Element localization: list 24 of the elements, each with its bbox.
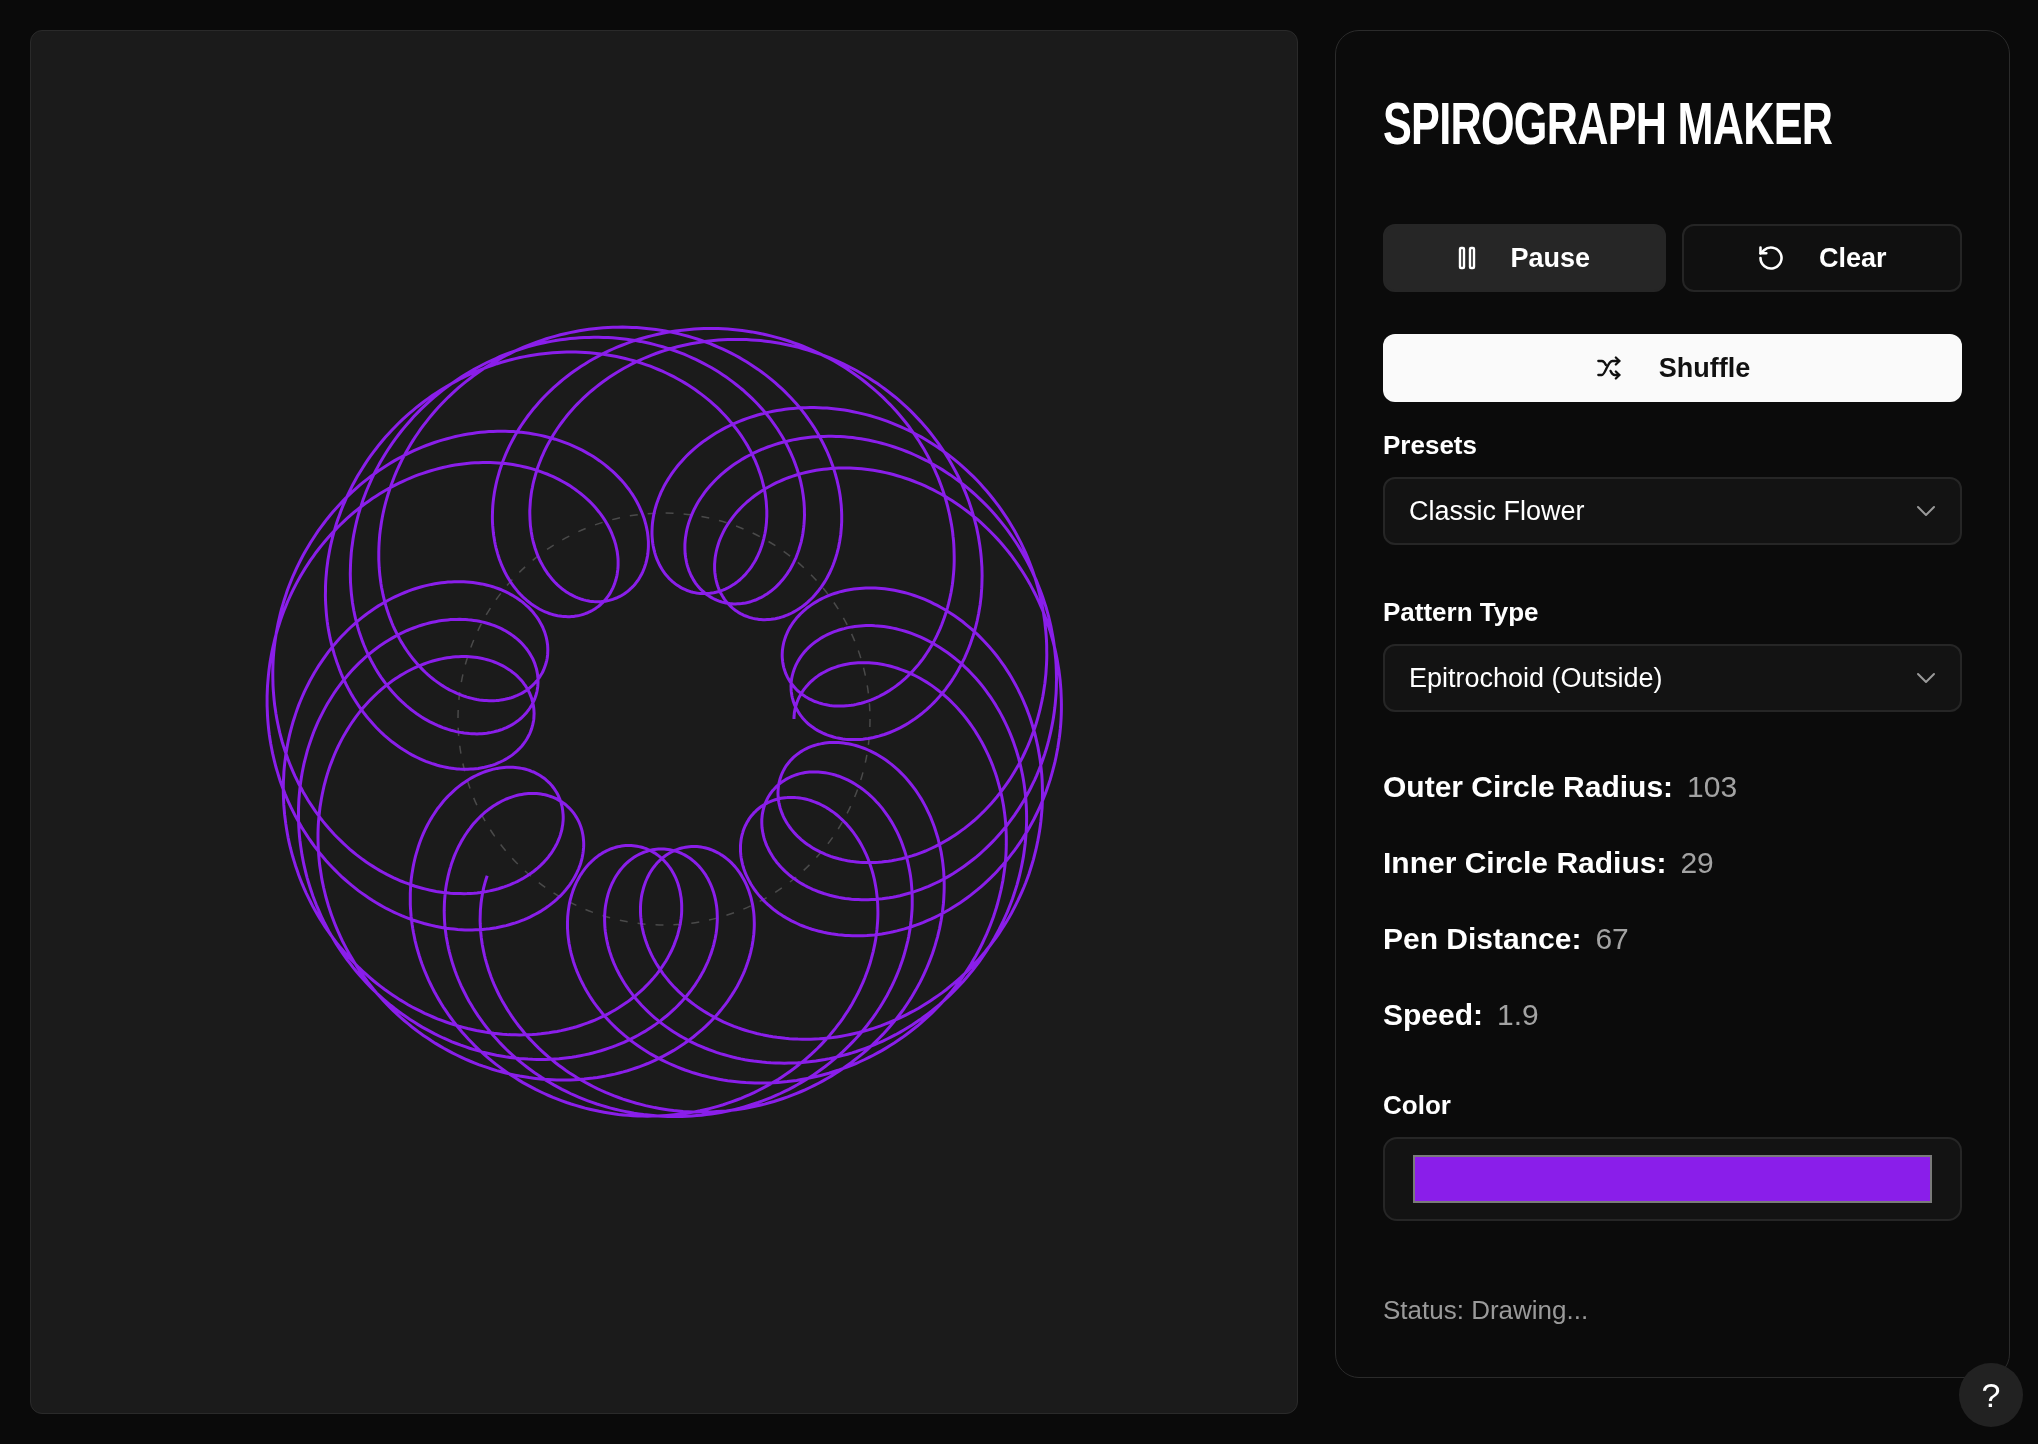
reset-icon	[1757, 244, 1785, 272]
parameter-value: 1.9	[1497, 1000, 1539, 1030]
field-label: Pattern Type	[1383, 596, 1540, 629]
shuffle-button[interactable]: Shuffle	[1383, 334, 1962, 402]
field-label: Color	[1383, 1089, 1452, 1122]
chevron-down-icon	[1916, 672, 1936, 684]
color-picker[interactable]	[1383, 1137, 1962, 1221]
parameter-label: Pen Distance:	[1383, 924, 1582, 954]
pause-icon	[1458, 246, 1477, 270]
parameter-label: Outer Circle Radius:	[1383, 772, 1674, 802]
field-label: Presets	[1383, 429, 1478, 462]
parameter-label: Inner Circle Radius:	[1383, 848, 1667, 878]
status-text: Status: Drawing...	[1383, 1294, 1590, 1327]
parameter-value: 103	[1687, 772, 1738, 802]
app-title: SPIROGRAPH MAKER	[1383, 89, 1833, 158]
parameter-value: 29	[1680, 848, 1714, 878]
parameter-label: Speed:	[1383, 1000, 1484, 1030]
dropdown[interactable]: Epitrochoid (Outside)	[1383, 644, 1962, 712]
pause-button[interactable]: Pause	[1383, 224, 1666, 292]
help-button[interactable]: ?	[1959, 1363, 2023, 1427]
dropdown[interactable]: Classic Flower	[1383, 477, 1962, 545]
chevron-down-icon	[1916, 505, 1936, 517]
clear-button[interactable]: Clear	[1681, 224, 1962, 292]
parameter-value: 67	[1595, 924, 1629, 954]
